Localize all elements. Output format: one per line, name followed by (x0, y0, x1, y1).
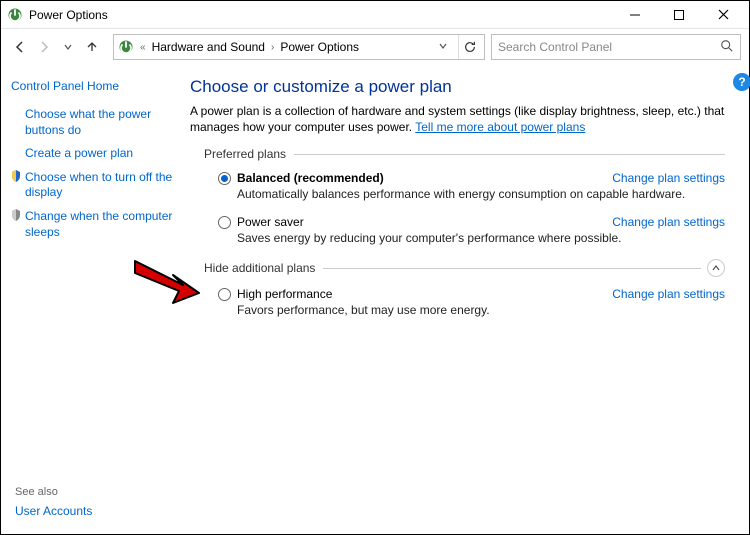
power-options-icon (7, 7, 23, 23)
sidebar-link-turn-off-display[interactable]: Choose when to turn off the display (11, 170, 176, 201)
breadcrumb-current[interactable]: Power Options (280, 40, 359, 54)
plan-power-saver: Power saver Change plan settings Saves e… (218, 215, 725, 245)
maximize-button[interactable] (657, 1, 701, 29)
hide-additional-plans-header[interactable]: Hide additional plans (204, 259, 725, 279)
see-also-user-accounts[interactable]: User Accounts (15, 504, 92, 518)
minimize-button[interactable] (613, 1, 657, 29)
sidebar-link-label: Choose what the power buttons do (25, 107, 176, 138)
plan-name[interactable]: Balanced (recommended) (237, 171, 384, 185)
plan-power-saver-radio[interactable] (218, 216, 231, 229)
plan-balanced: Balanced (recommended) Change plan setti… (218, 171, 725, 201)
bullet-icon (11, 107, 19, 138)
change-plan-settings-link[interactable]: Change plan settings (612, 215, 725, 229)
shield-icon (11, 170, 19, 201)
search-input[interactable] (498, 40, 720, 54)
change-plan-settings-link[interactable]: Change plan settings (612, 287, 725, 301)
preferred-plans-header: Preferred plans (204, 147, 725, 163)
learn-more-link[interactable]: Tell me more about power plans (415, 120, 585, 134)
power-options-icon (118, 39, 134, 55)
plan-description: Saves energy by reducing your computer's… (237, 231, 725, 245)
search-box[interactable] (491, 34, 741, 60)
window-title: Power Options (29, 8, 108, 22)
forward-button[interactable] (33, 36, 55, 58)
intro-text: A power plan is a collection of hardware… (190, 103, 725, 135)
close-button[interactable] (701, 1, 745, 29)
bullet-icon (11, 146, 19, 162)
see-also-section: See also User Accounts (15, 486, 92, 518)
shield-icon (11, 209, 19, 240)
refresh-button[interactable] (458, 35, 480, 59)
sidebar: Control Panel Home Choose what the power… (1, 65, 186, 534)
plan-description: Automatically balances performance with … (237, 187, 725, 201)
plan-name[interactable]: High performance (237, 287, 332, 301)
up-button[interactable] (81, 36, 103, 58)
sidebar-link-computer-sleeps[interactable]: Change when the computer sleeps (11, 209, 176, 240)
chevron-up-icon[interactable] (707, 259, 725, 277)
main-content: Choose or customize a power plan A power… (186, 65, 749, 534)
plan-balanced-radio[interactable] (218, 172, 231, 185)
control-panel-home-link[interactable]: Control Panel Home (11, 79, 176, 93)
navbar: « Hardware and Sound › Power Options (1, 29, 749, 65)
recent-dropdown[interactable] (57, 36, 79, 58)
change-plan-settings-link[interactable]: Change plan settings (612, 171, 725, 185)
plan-high-performance: High performance Change plan settings Fa… (218, 287, 725, 317)
plan-name[interactable]: Power saver (237, 215, 304, 229)
breadcrumb-prefix: « (140, 42, 146, 53)
plan-description: Favors performance, but may use more ene… (237, 303, 725, 317)
address-bar[interactable]: « Hardware and Sound › Power Options (113, 34, 485, 60)
plan-high-performance-radio[interactable] (218, 288, 231, 301)
search-icon (720, 39, 734, 56)
sidebar-link-label: Change when the computer sleeps (25, 209, 176, 240)
sidebar-link-label: Create a power plan (25, 146, 133, 162)
chevron-right-icon: › (271, 42, 274, 53)
see-also-header: See also (15, 486, 92, 498)
address-dropdown[interactable] (434, 41, 452, 54)
titlebar: Power Options (1, 1, 749, 29)
back-button[interactable] (9, 36, 31, 58)
sidebar-link-create-plan[interactable]: Create a power plan (11, 146, 176, 162)
sidebar-link-power-buttons[interactable]: Choose what the power buttons do (11, 107, 176, 138)
breadcrumb-parent[interactable]: Hardware and Sound (152, 40, 265, 54)
sidebar-link-label: Choose when to turn off the display (25, 170, 176, 201)
page-title: Choose or customize a power plan (190, 77, 725, 97)
